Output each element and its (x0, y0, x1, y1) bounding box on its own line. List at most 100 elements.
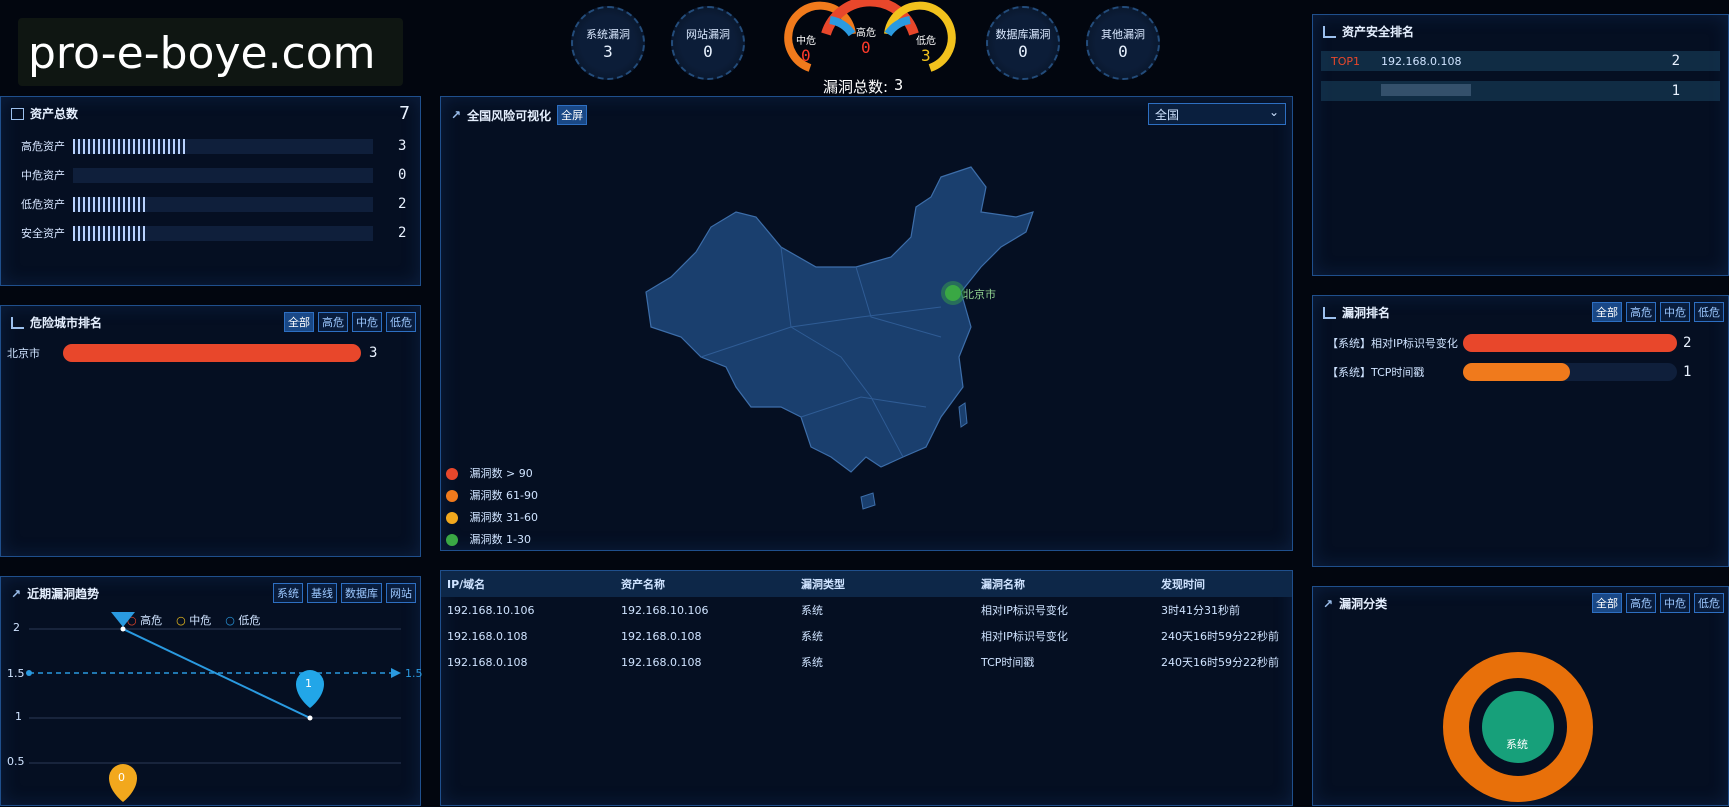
panel-title: 资产安全排名 (1323, 23, 1414, 40)
region-select[interactable]: 全国 ⌄ (1148, 103, 1286, 125)
low-point (120, 626, 126, 632)
legend-item[interactable]: 漏洞数 1-30 (446, 529, 538, 551)
donut-chart (1443, 652, 1593, 802)
legend-dot (446, 534, 458, 546)
legend-dot (446, 468, 458, 480)
asset-row-low: 低危资产 2 (21, 195, 406, 213)
asset-rank-row[interactable]: 1 (1321, 81, 1720, 101)
logo-watermark: pro-e-boye.com (18, 18, 403, 86)
filter-medium[interactable]: 中危 (352, 312, 382, 332)
bar-label: 低危资产 (21, 198, 65, 211)
cell-type: 系统 (801, 604, 823, 617)
col-type[interactable]: 漏洞类型 (801, 571, 981, 597)
gauge-system-vuln[interactable]: 系统漏洞 3 (571, 6, 645, 80)
filter-high[interactable]: 高危 (1626, 593, 1656, 613)
vuln-rank-panel: 漏洞排名 全部 高危 中危 低危 【系统】相对IP标识号变化 2 【系统】TCP… (1312, 295, 1729, 567)
city-marker-dot (945, 285, 961, 301)
bar-track (73, 167, 373, 183)
city-rank-filters: 全部 高危 中危 低危 (284, 312, 416, 332)
average-start (26, 670, 32, 676)
filter-low[interactable]: 低危 (386, 312, 416, 332)
col-name[interactable]: 漏洞名称 (981, 571, 1161, 597)
rank-ip-blurred (1381, 83, 1672, 99)
cell-ip: 192.168.0.108 (447, 629, 528, 643)
legend-dot (446, 512, 458, 524)
island-taiwan (958, 402, 968, 428)
bar-value: 2 (398, 196, 407, 212)
bar-chart-icon (1323, 25, 1336, 38)
bar-fill (73, 225, 148, 241)
bar-chart-icon (1323, 306, 1336, 319)
bar-label: 安全资产 (21, 227, 65, 240)
gauge-database-vuln[interactable]: 数据库漏洞 0 (986, 6, 1060, 80)
filter-low[interactable]: 低危 (1694, 302, 1724, 322)
bar-label: 中危资产 (21, 169, 65, 182)
filter-medium[interactable]: 中危 (1660, 593, 1690, 613)
low-point (307, 715, 313, 721)
cell-name: TCP时间戳 (981, 656, 1035, 669)
rank-value: 1 (1671, 83, 1680, 99)
pin-mid-label: 0 (118, 771, 125, 784)
panel-title: 资产总数 (11, 105, 78, 122)
cell-type: 系统 (801, 630, 823, 643)
cell-name: 相对IP标识号变化 (981, 604, 1068, 617)
cell-time: 3时41分31秒前 (1161, 604, 1240, 617)
legend-item[interactable]: 漏洞数 > 90 (446, 463, 538, 485)
donut-center-label: 系统 (1506, 738, 1528, 751)
cell-asset: 192.168.0.108 (621, 655, 702, 669)
col-time[interactable]: 发现时间 (1161, 571, 1292, 597)
fullscreen-button[interactable]: 全屏 (557, 105, 588, 125)
gauge-label: 数据库漏洞 (995, 28, 1051, 41)
col-ip[interactable]: IP/域名 (441, 571, 621, 597)
cell-time: 240天16时59分22秒前 (1161, 630, 1279, 643)
asset-rank-row[interactable]: TOP1 192.168.0.108 2 (1321, 51, 1720, 71)
asset-row-high: 高危资产 3 (21, 137, 406, 155)
filter-high[interactable]: 高危 (1626, 302, 1656, 322)
vuln-name: 【系统】相对IP标识号变化 (1327, 337, 1458, 350)
max-marker (111, 612, 135, 627)
rank-value: 2 (1671, 53, 1680, 69)
vuln-table-panel: IP/域名 资产名称 漏洞类型 漏洞名称 发现时间 192.168.10.106… (440, 570, 1293, 806)
filter-all[interactable]: 全部 (1592, 302, 1622, 322)
bar-fill (73, 196, 148, 212)
legend-label: 漏洞数 61-90 (469, 489, 538, 502)
gauge-website-vuln[interactable]: 网站漏洞 0 (671, 6, 745, 80)
high-risk-label: 高危 (856, 28, 876, 39)
city-bar-track (63, 344, 361, 362)
gauge-other-vuln[interactable]: 其他漏洞 0 (1086, 6, 1160, 80)
vuln-rank-title: 漏洞排名 (1342, 306, 1391, 320)
legend-label: 漏洞数 > 90 (469, 467, 533, 480)
table-row[interactable]: 192.168.0.108 192.168.0.108 系统 相对IP标识号变化… (441, 623, 1292, 649)
gauge-value: 0 (703, 42, 713, 61)
vuln-value: 1 (1683, 364, 1692, 380)
asset-total-panel: 资产总数 7 高危资产 3 中危资产 0 低危资产 2 安全资产 2 (0, 96, 421, 286)
legend-label: 漏洞数 1-30 (469, 533, 531, 546)
cell-asset: 192.168.0.108 (621, 629, 702, 643)
panel-title: 危险城市排名 (11, 314, 102, 331)
medium-risk-value: 0 (801, 46, 811, 65)
map-icon: ↗ (451, 108, 462, 122)
vuln-rank-row: 【系统】TCP时间戳 1 (1327, 363, 1691, 381)
table-row[interactable]: 192.168.10.106 192.168.10.106 系统 相对IP标识号… (441, 597, 1292, 623)
legend-dot (446, 490, 458, 502)
legend-label: 漏洞数 31-60 (469, 511, 538, 524)
trend-plot (26, 612, 401, 802)
average-arrow (391, 668, 401, 678)
bar-fill (73, 138, 187, 154)
col-asset[interactable]: 资产名称 (621, 571, 801, 597)
gauge-value: 0 (1018, 42, 1028, 61)
legend-item[interactable]: 漏洞数 61-90 (446, 485, 538, 507)
filter-all[interactable]: 全部 (1592, 593, 1622, 613)
blurred-block (1381, 83, 1471, 96)
filter-medium[interactable]: 中危 (1660, 302, 1690, 322)
filter-high[interactable]: 高危 (318, 312, 348, 332)
table-row[interactable]: 192.168.0.108 192.168.0.108 系统 TCP时间戳 24… (441, 649, 1292, 675)
chevron-down-icon: ⌄ (1268, 105, 1279, 119)
bar-track (73, 138, 373, 154)
filter-all[interactable]: 全部 (284, 312, 314, 332)
rank-label: TOP1 (1331, 54, 1361, 68)
vuln-table: IP/域名 资产名称 漏洞类型 漏洞名称 发现时间 192.168.10.106… (441, 571, 1292, 675)
filter-low[interactable]: 低危 (1694, 593, 1724, 613)
cell-asset: 192.168.10.106 (621, 603, 709, 617)
legend-item[interactable]: 漏洞数 31-60 (446, 507, 538, 529)
